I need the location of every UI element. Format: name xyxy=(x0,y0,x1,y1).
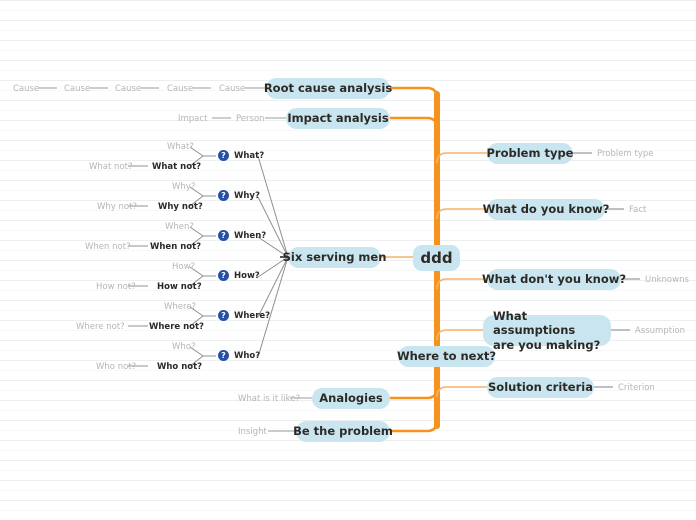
branch-label-what: What? xyxy=(234,151,265,161)
node-label: Be the problem xyxy=(293,424,393,439)
node-what-dont-you-know[interactable]: What don't you know? xyxy=(482,269,626,290)
question-icon: ? xyxy=(218,270,229,281)
branch-child-grey-what: What? xyxy=(167,142,194,152)
branch-child-dark-who-not: Who not? xyxy=(157,362,203,372)
node-problem-type[interactable]: Problem type xyxy=(486,143,574,164)
question-icon: ? xyxy=(218,350,229,361)
branch-label-where: Where? xyxy=(234,311,271,321)
center-node-label: ddd xyxy=(420,248,453,267)
sublabel-fact: Fact xyxy=(629,205,647,215)
branch-grandchild-where-not: Where not? xyxy=(76,322,125,332)
branch-grandchild-who-not: Who not? xyxy=(96,362,137,372)
node-six-serving-men[interactable]: Six serving men xyxy=(283,247,386,268)
node-what-do-you-know[interactable]: What do you know? xyxy=(483,199,609,220)
chain-label-cause-4: Cause xyxy=(167,84,194,94)
branch-child-grey-why: Why? xyxy=(172,182,196,192)
chain-label-cause-1: Cause xyxy=(13,84,40,94)
node-label: Where to next? xyxy=(396,349,497,364)
node-label: Impact analysis xyxy=(287,111,389,126)
branch-child-grey-who: Who? xyxy=(172,342,196,352)
branch-label-when: When? xyxy=(234,231,267,241)
branch-label-why: Why? xyxy=(234,191,260,201)
branch-child-dark-when-not: When not? xyxy=(150,242,202,252)
sublabel-criterion: Criterion xyxy=(618,383,655,393)
node-label: Root cause analysis xyxy=(263,81,393,96)
chain-label-impact: Impact xyxy=(178,114,208,124)
node-root-cause-analysis[interactable]: Root cause analysis xyxy=(263,78,393,99)
node-where-to-next[interactable]: Where to next? xyxy=(396,346,497,367)
branch-grandchild-when-not: When not? xyxy=(85,242,131,252)
sublabel-assumption: Assumption xyxy=(635,326,686,336)
node-label: Solution criteria xyxy=(488,380,593,395)
sublabel-insight: Insight xyxy=(238,427,267,437)
question-forks xyxy=(189,146,216,367)
branch-grandchild-why-not: Why not? xyxy=(97,202,137,212)
node-be-the-problem[interactable]: Be the problem xyxy=(293,421,393,442)
node-label: Problem type xyxy=(486,146,574,161)
sublabel-unknowns: Unknowns xyxy=(645,275,689,285)
question-icon: ? xyxy=(218,310,229,321)
node-label: Analogies xyxy=(319,391,383,406)
branch-child-dark-where-not: Where not? xyxy=(149,322,204,332)
chain-label-person: Person xyxy=(236,114,265,124)
node-label: What do you know? xyxy=(482,202,610,217)
node-analogies[interactable]: Analogies xyxy=(312,388,390,409)
node-label-wrapper: What assumptions are you making? xyxy=(493,309,611,352)
branch-grandchild-how-not: How not? xyxy=(96,282,136,292)
center-node[interactable]: ddd xyxy=(413,245,460,271)
question-icon: ? xyxy=(218,150,229,161)
node-label-line1: What assumptions xyxy=(493,308,576,338)
sublabel-problem-type: Problem type xyxy=(597,149,654,159)
node-label: Six serving men xyxy=(282,250,387,265)
branch-child-dark-why-not: Why not? xyxy=(158,202,203,212)
node-what-assumptions[interactable]: What assumptions are you making? xyxy=(483,309,611,352)
branch-label-who: Who? xyxy=(234,351,261,361)
branch-child-dark-what-not: What not? xyxy=(152,162,202,172)
chain-label-cause-5: Cause xyxy=(219,84,246,94)
node-label-line2: are you making? xyxy=(493,337,601,352)
branch-label-how: How? xyxy=(234,271,260,281)
branch-child-grey-when: When? xyxy=(165,222,194,232)
mindmap-canvas[interactable]: ddd Root cause analysis Impact analysis … xyxy=(0,0,696,520)
question-grandchild-links xyxy=(128,165,148,367)
question-icon: ? xyxy=(218,230,229,241)
question-icon: ? xyxy=(218,190,229,201)
node-solution-criteria[interactable]: Solution criteria xyxy=(487,377,594,398)
branch-child-grey-where: Where? xyxy=(164,302,197,312)
branch-child-dark-how-not: How not? xyxy=(157,282,202,292)
chain-label-cause-2: Cause xyxy=(64,84,91,94)
node-impact-analysis[interactable]: Impact analysis xyxy=(286,108,390,129)
orange-left-thin-branches xyxy=(381,256,438,357)
chain-label-cause-3: Cause xyxy=(115,84,142,94)
sublabel-what-is-it-like: What is it like? xyxy=(238,394,301,404)
branch-grandchild-what-not: What not? xyxy=(89,162,133,172)
branch-child-grey-how: How? xyxy=(172,262,196,272)
node-label: What don't you know? xyxy=(481,272,627,287)
